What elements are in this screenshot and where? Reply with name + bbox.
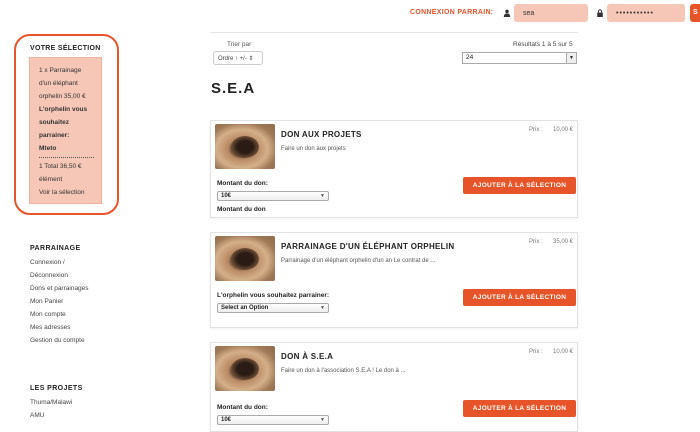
add-to-selection-button[interactable]: AJOUTER À LA SÉLECTION	[463, 177, 576, 194]
product-card: DON AUX PROJETS Faire un don aux projets…	[210, 120, 578, 218]
selection-total-text: 1 Total 36,50 €	[39, 163, 82, 170]
per-page-select[interactable]: 24 ▼	[462, 52, 577, 64]
chevron-down-icon: ▼	[320, 305, 325, 311]
username-input[interactable]	[514, 4, 588, 22]
orphan-label: L'orphelin vous souhaitez parrainer:	[217, 292, 330, 299]
selection-item-line[interactable]: 1 x Parrainage	[39, 64, 97, 77]
results-info: Résultats 1 à 5 sur 5	[513, 41, 573, 48]
nav-link-dons[interactable]: Dons et parrainages	[30, 285, 89, 292]
product-image[interactable]	[215, 124, 275, 169]
product-description: Faire un don aux projets	[281, 146, 346, 152]
chevron-down-icon: ▼	[566, 53, 576, 63]
amount-select[interactable]: 10€ ▼	[217, 415, 329, 425]
selection-option-label: parrainer:	[39, 132, 70, 139]
password-input[interactable]	[607, 4, 685, 22]
orphan-select[interactable]: Select an Option ▼	[217, 303, 329, 313]
nav-link-adresses[interactable]: Mes adresses	[30, 324, 70, 331]
product-image[interactable]	[215, 236, 275, 281]
chevron-down-icon: ▼	[320, 417, 325, 423]
product-title[interactable]: PARRAINAGE D'UN ÉLÉPHANT ORPHELIN	[281, 242, 454, 251]
orphan-select-value: Select an Option	[221, 305, 269, 311]
product-price: 10,00 €	[553, 127, 574, 133]
user-icon	[503, 9, 511, 17]
amount-select-value: 10€	[221, 193, 232, 199]
product-title[interactable]: DON AUX PROJETS	[281, 130, 362, 139]
view-selection-link[interactable]: Voir la sélection	[39, 186, 97, 199]
nav-link-deconnexion[interactable]: Déconnexion	[30, 272, 68, 279]
price-label: Prix :	[529, 349, 543, 355]
product-card: PARRAINAGE D'UN ÉLÉPHANT ORPHELIN Parrai…	[210, 232, 578, 328]
selection-box: 1 x Parrainage d'un éléphant orphelin 35…	[29, 57, 102, 204]
selection-total: 1 Total 36,50 €	[39, 160, 97, 173]
nav-link-amu[interactable]: AMU	[30, 412, 44, 419]
login-button[interactable]: S	[690, 4, 700, 22]
nav-link-thuma[interactable]: Thuma/Malawi	[30, 399, 72, 406]
nav-parrainage-title: PARRAINAGE	[30, 245, 81, 252]
price-label: Prix :	[529, 239, 543, 245]
nav-projets-title: LES PROJETS	[30, 385, 83, 392]
selection-item-line[interactable]: d'un éléphant	[39, 77, 97, 90]
sort-select[interactable]: Ordre ↑ +/- ⇕	[213, 51, 263, 65]
top-divider	[210, 32, 578, 33]
selection-divider	[39, 157, 94, 158]
nav-link-compte[interactable]: Mon compte	[30, 311, 66, 318]
amount-select-value: 10€	[221, 417, 232, 423]
selection-count-unit: élément	[39, 176, 63, 183]
add-to-selection-button[interactable]: AJOUTER À LA SÉLECTION	[463, 289, 576, 306]
product-description: Parrainage d'un éléphant orphelin d'un a…	[281, 258, 436, 264]
amount-label: Montant du don:	[217, 180, 268, 187]
chevron-down-icon: ▼	[320, 193, 325, 199]
selection-option-value: Mteto	[39, 145, 57, 152]
price-label: Prix :	[529, 127, 543, 133]
nav-link-gestion[interactable]: Gestion du compte	[30, 337, 85, 344]
product-title[interactable]: DON À S.E.A	[281, 352, 333, 361]
per-page-value: 24	[466, 54, 474, 61]
amount-label-secondary: Montant du don	[217, 206, 266, 213]
add-to-selection-button[interactable]: AJOUTER À LA SÉLECTION	[463, 400, 576, 417]
nav-link-connexion[interactable]: Connexion /	[30, 259, 65, 266]
login-label: CONNEXION PARRAIN:	[410, 9, 494, 16]
page-title: S.E.A	[211, 80, 256, 97]
nav-link-panier[interactable]: Mon Panier	[30, 298, 63, 305]
lock-icon	[597, 9, 603, 17]
selection-title: VOTRE SÉLECTION	[30, 45, 101, 52]
product-description: Faire un don à l'association S.E.A ! Le …	[281, 368, 406, 374]
product-card: DON À S.E.A Faire un don à l'association…	[210, 342, 578, 432]
amount-label: Montant du don:	[217, 404, 268, 411]
selection-option-label: souhaitez	[39, 119, 69, 126]
sort-label: Trier par	[227, 41, 252, 48]
product-price: 35,00 €	[553, 239, 574, 245]
product-price: 10,00 €	[553, 349, 574, 355]
selection-item-price: orphelin 35,00 €	[39, 93, 86, 100]
selection-option-label: L'orphelin vous	[39, 106, 88, 113]
amount-select[interactable]: 10€ ▼	[217, 191, 329, 201]
product-image[interactable]	[215, 346, 275, 391]
